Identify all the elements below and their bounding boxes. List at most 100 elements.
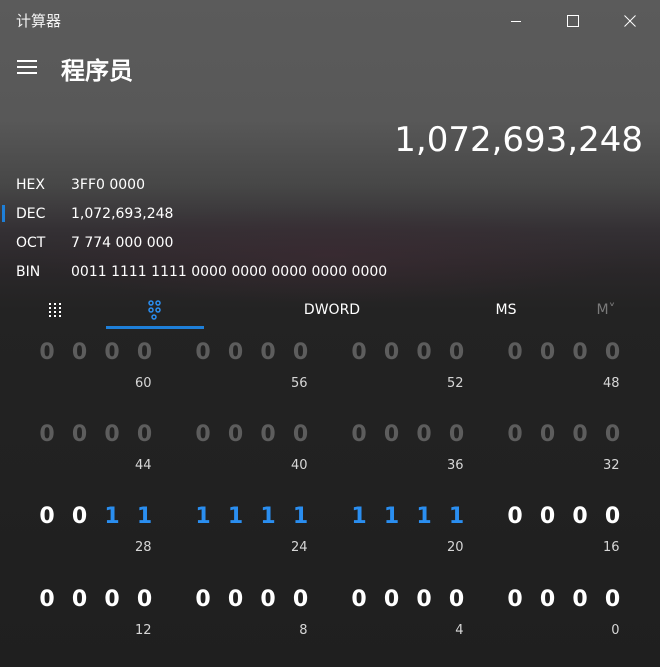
bit-toggle: 0	[227, 340, 244, 365]
tab-bit-toggling-keypad[interactable]	[106, 294, 204, 326]
radix-dec-row[interactable]: DEC 1,072,693,248	[0, 199, 660, 228]
radix-value: 0011 1111 1111 0000 0000 0000 0000 0000	[71, 263, 388, 280]
bit-toggle[interactable]: 0	[503, 504, 527, 530]
bit-toggle[interactable]: 1	[100, 504, 124, 530]
bit-toggle[interactable]: 0	[536, 587, 560, 613]
bit-toggle[interactable]: 0	[35, 504, 59, 530]
bit-toggle: 0	[539, 422, 556, 447]
bit-toggle[interactable]: 0	[445, 587, 469, 613]
bit-toggle[interactable]: 1	[191, 504, 215, 530]
bit-toggle[interactable]: 0	[601, 587, 625, 613]
bit-toggle: 0	[195, 422, 211, 447]
bit-toggle: 0	[416, 340, 432, 365]
bit-toggle[interactable]: 0	[503, 587, 527, 613]
bit-toggle[interactable]: 1	[412, 504, 436, 530]
bit-toggle[interactable]: 0	[568, 587, 592, 613]
bit-toggle[interactable]: 0	[35, 587, 59, 613]
tab-full-keypad[interactable]	[35, 294, 75, 326]
bit-toggle[interactable]: 0	[224, 587, 248, 613]
bit-toggle: 0	[71, 340, 88, 365]
navigation-menu-button[interactable]	[10, 54, 42, 80]
bit-position-label: 36	[446, 458, 464, 473]
minimize-icon	[511, 21, 521, 22]
bit-toggle: 0	[448, 340, 465, 365]
bit-toggle[interactable]: 0	[568, 504, 592, 530]
radix-bin-row[interactable]: BIN 0011 1111 1111 0000 0000 0000 0000 0…	[0, 257, 660, 286]
bit-toggle: 0	[604, 422, 621, 447]
bit-toggle[interactable]: 1	[347, 504, 371, 530]
bit-toggle[interactable]: 0	[133, 587, 157, 613]
radix-value: 3FF0 0000	[71, 176, 145, 193]
bit-toggle[interactable]: 0	[347, 587, 371, 613]
word-size-button[interactable]: DWORD	[260, 294, 404, 326]
bit-toggle[interactable]: 1	[133, 504, 157, 530]
bit-position-label: 20	[446, 540, 464, 555]
bit-toggle: 0	[604, 340, 621, 365]
bit-toggle: 0	[507, 422, 523, 447]
radix-oct-row[interactable]: OCT 7 774 000 000	[0, 228, 660, 257]
memory-store-button[interactable]: MS	[466, 294, 546, 326]
minimize-button[interactable]	[487, 0, 545, 42]
active-tab-indicator	[106, 326, 204, 329]
bit-toggle[interactable]: 0	[380, 587, 404, 613]
bit-toggle: 0	[351, 422, 367, 447]
bit-toggle: 0	[195, 340, 211, 365]
bit-toggle: 0	[71, 422, 88, 447]
bit-toggle[interactable]: 0	[412, 587, 436, 613]
keypad-icon	[49, 303, 61, 317]
bit-toggle[interactable]: 0	[191, 587, 215, 613]
bit-toggle: 0	[39, 422, 55, 447]
bit-toggle: 0	[260, 340, 276, 365]
radix-label: DEC	[16, 205, 46, 222]
bit-toggle: 0	[351, 340, 367, 365]
bit-toggle: 0	[136, 422, 153, 447]
bit-toggle: 0	[292, 340, 309, 365]
bit-toggle: 0	[572, 422, 588, 447]
selection-indicator	[2, 205, 5, 222]
bit-toggle[interactable]: 1	[256, 504, 280, 530]
bit-toggle[interactable]: 1	[224, 504, 248, 530]
bit-toggle: 0	[383, 422, 400, 447]
app-title: 计算器	[16, 12, 62, 30]
bit-position-label: 40	[290, 458, 308, 473]
bit-position-label: 28	[134, 540, 152, 555]
bit-position-label: 0	[611, 623, 620, 638]
bit-toggle: 0	[292, 422, 309, 447]
bit-toggle[interactable]: 0	[100, 587, 124, 613]
bit-toggle[interactable]: 0	[601, 504, 625, 530]
bit-toggle: 0	[104, 422, 120, 447]
bit-toggle[interactable]: 0	[256, 587, 280, 613]
bit-toggle: 0	[572, 340, 588, 365]
bit-position-label: 48	[602, 376, 620, 391]
mode-title: 程序员	[61, 57, 133, 85]
radix-hex-row[interactable]: HEX 3FF0 0000	[0, 170, 660, 199]
bit-grid: 0 0 0 0 60 0 0 0 0 56 0 0 0 0 52 0 0 0 0 48 0 0 0 0 44 0 0 0 0 40 0 0 0 0…	[0, 0, 660, 667]
bit-toggle[interactable]: 1	[289, 504, 313, 530]
bit-toggle[interactable]: 1	[380, 504, 404, 530]
bit-toggle: 0	[136, 340, 153, 365]
bit-toggle: 0	[383, 340, 400, 365]
bit-position-label: 56	[290, 376, 308, 391]
bit-position-label: 24	[290, 540, 308, 555]
radix-label: BIN	[16, 263, 41, 280]
maximize-icon	[567, 15, 579, 27]
bit-toggle: 0	[507, 340, 523, 365]
bit-toggle[interactable]: 1	[445, 504, 469, 530]
bit-position-label: 32	[602, 458, 620, 473]
bit-position-label: 4	[455, 623, 464, 638]
radix-value: 7 774 000 000	[71, 234, 174, 251]
bit-position-label: 60	[134, 376, 152, 391]
bit-toggle[interactable]: 0	[289, 587, 313, 613]
bit-toggle: 0	[227, 422, 244, 447]
bit-toggle: 0	[448, 422, 465, 447]
bit-toggle[interactable]: 0	[68, 504, 92, 530]
bit-position-label: 8	[299, 623, 308, 638]
radix-value: 1,072,693,248	[71, 205, 174, 222]
radix-label: HEX	[16, 176, 45, 193]
close-button[interactable]	[601, 0, 659, 42]
display-value: 1,072,693,248	[394, 120, 643, 160]
bit-toggle[interactable]: 0	[68, 587, 92, 613]
bit-toggle[interactable]: 0	[536, 504, 560, 530]
memory-list-button[interactable]: M˅	[580, 294, 632, 326]
maximize-button[interactable]	[544, 0, 602, 42]
